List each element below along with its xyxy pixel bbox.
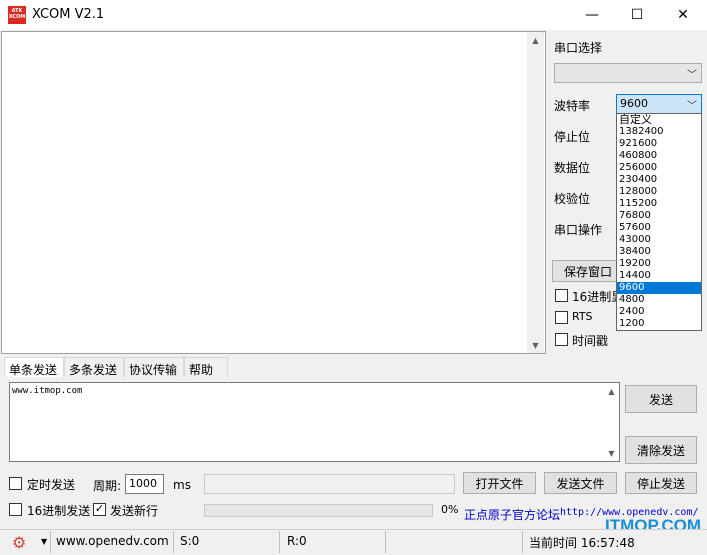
baud-option[interactable]: 921600 (617, 138, 701, 150)
tab-protocol[interactable]: 协议传输 (124, 357, 184, 377)
baud-value: 9600 (620, 97, 648, 110)
app-logo-icon: ATK XCOM (8, 6, 26, 24)
send-scrollbar[interactable]: ▲ ▼ (603, 383, 620, 461)
maximize-button[interactable]: ☐ (614, 0, 660, 30)
baud-dropdown-list[interactable]: 自定义 1382400 921600 460800 256000 230400 … (616, 113, 702, 331)
sent-count: S:0 (180, 534, 200, 548)
send-text: www.itmop.com (12, 386, 83, 396)
clear-send-button[interactable]: 清除发送 (625, 436, 697, 464)
baud-option[interactable]: 1200 (617, 318, 701, 330)
baud-option[interactable]: 2400 (617, 306, 701, 318)
open-file-button[interactable]: 打开文件 (463, 472, 536, 494)
receive-textarea[interactable] (1, 31, 546, 354)
timed-send-label: 定时发送 (27, 478, 76, 492)
status-url[interactable]: www.openedv.com (56, 534, 169, 548)
chevron-down-icon: ﹀ (687, 70, 697, 81)
hex-send-label: 16进制发送 (27, 504, 91, 518)
chevron-down-icon: ﹀ (687, 101, 697, 112)
port-select-label: 串口选择 (554, 41, 603, 55)
baud-option[interactable]: 43000 (617, 234, 701, 246)
forum-link[interactable]: 正点原子官方论坛 (464, 506, 560, 523)
rts-checkbox[interactable] (555, 311, 568, 324)
scroll-down-icon[interactable]: ▼ (603, 445, 620, 461)
file-path-field[interactable] (204, 474, 455, 494)
baud-option[interactable]: 19200 (617, 258, 701, 270)
minimize-button[interactable]: — (569, 0, 615, 30)
close-button[interactable]: ✕ (660, 0, 706, 30)
send-file-button[interactable]: 发送文件 (544, 472, 617, 494)
port-operation-label: 串口操作 (554, 223, 603, 237)
baud-option[interactable]: 115200 (617, 198, 701, 210)
status-separator (50, 531, 51, 553)
baud-option[interactable]: 14400 (617, 270, 701, 282)
timestamp-label: 时间戳 (572, 334, 609, 348)
baud-option[interactable]: 128000 (617, 186, 701, 198)
baud-select[interactable]: 9600 ﹀ (616, 94, 702, 114)
status-separator (173, 531, 174, 553)
baud-option[interactable]: 38400 (617, 246, 701, 258)
period-label: 周期: (93, 479, 122, 493)
tab-help[interactable]: 帮助 (184, 357, 228, 377)
scroll-up-icon[interactable]: ▲ (603, 383, 620, 399)
port-select[interactable]: ﹀ (554, 63, 702, 83)
timestamp-checkbox[interactable] (555, 333, 568, 346)
send-textarea[interactable] (9, 382, 620, 462)
baud-option[interactable]: 460800 (617, 150, 701, 162)
baud-option[interactable]: 76800 (617, 210, 701, 222)
newline-label: 发送新行 (110, 504, 159, 518)
tab-single-send[interactable]: 单条发送 (4, 357, 64, 377)
status-separator (279, 531, 280, 553)
caret-down-icon[interactable]: ▼ (41, 537, 47, 546)
gear-icon[interactable]: ⚙ (12, 533, 26, 552)
rts-label: RTS (572, 310, 593, 323)
baud-option[interactable]: 4800 (617, 294, 701, 306)
baud-option-selected[interactable]: 9600 (617, 282, 701, 294)
parity-label: 校验位 (554, 192, 591, 206)
baud-option[interactable]: 1382400 (617, 126, 701, 138)
progress-label: 0% (441, 503, 459, 516)
baud-option[interactable]: 230400 (617, 174, 701, 186)
timed-send-checkbox[interactable] (9, 477, 22, 490)
scroll-down-icon[interactable]: ▼ (527, 337, 544, 353)
receive-scrollbar[interactable]: ▲ ▼ (527, 32, 544, 353)
send-progress-bar (204, 504, 433, 517)
ms-label: ms (173, 478, 191, 492)
tab-multi-send[interactable]: 多条发送 (64, 357, 124, 377)
data-bits-label: 数据位 (554, 161, 591, 175)
stop-send-button[interactable]: 停止发送 (625, 472, 697, 494)
status-separator (385, 531, 386, 553)
received-count: R:0 (287, 534, 307, 548)
baud-option[interactable]: 256000 (617, 162, 701, 174)
save-window-button[interactable]: 保存窗口 (552, 260, 622, 282)
send-button[interactable]: 发送 (625, 385, 697, 413)
current-time: 当前时间 16:57:48 (529, 536, 635, 550)
period-input[interactable]: 1000 (125, 474, 164, 494)
stop-bits-label: 停止位 (554, 130, 591, 144)
baud-option[interactable]: 57600 (617, 222, 701, 234)
baud-option[interactable]: 自定义 (617, 114, 701, 126)
hex-display-checkbox[interactable] (555, 289, 568, 302)
window-title: XCOM V2.1 (32, 7, 105, 22)
hex-send-checkbox[interactable] (9, 503, 22, 516)
newline-checkbox[interactable]: ✓ (93, 503, 106, 516)
baud-label: 波特率 (554, 99, 591, 113)
scroll-up-icon[interactable]: ▲ (527, 32, 544, 48)
status-separator (522, 531, 523, 553)
